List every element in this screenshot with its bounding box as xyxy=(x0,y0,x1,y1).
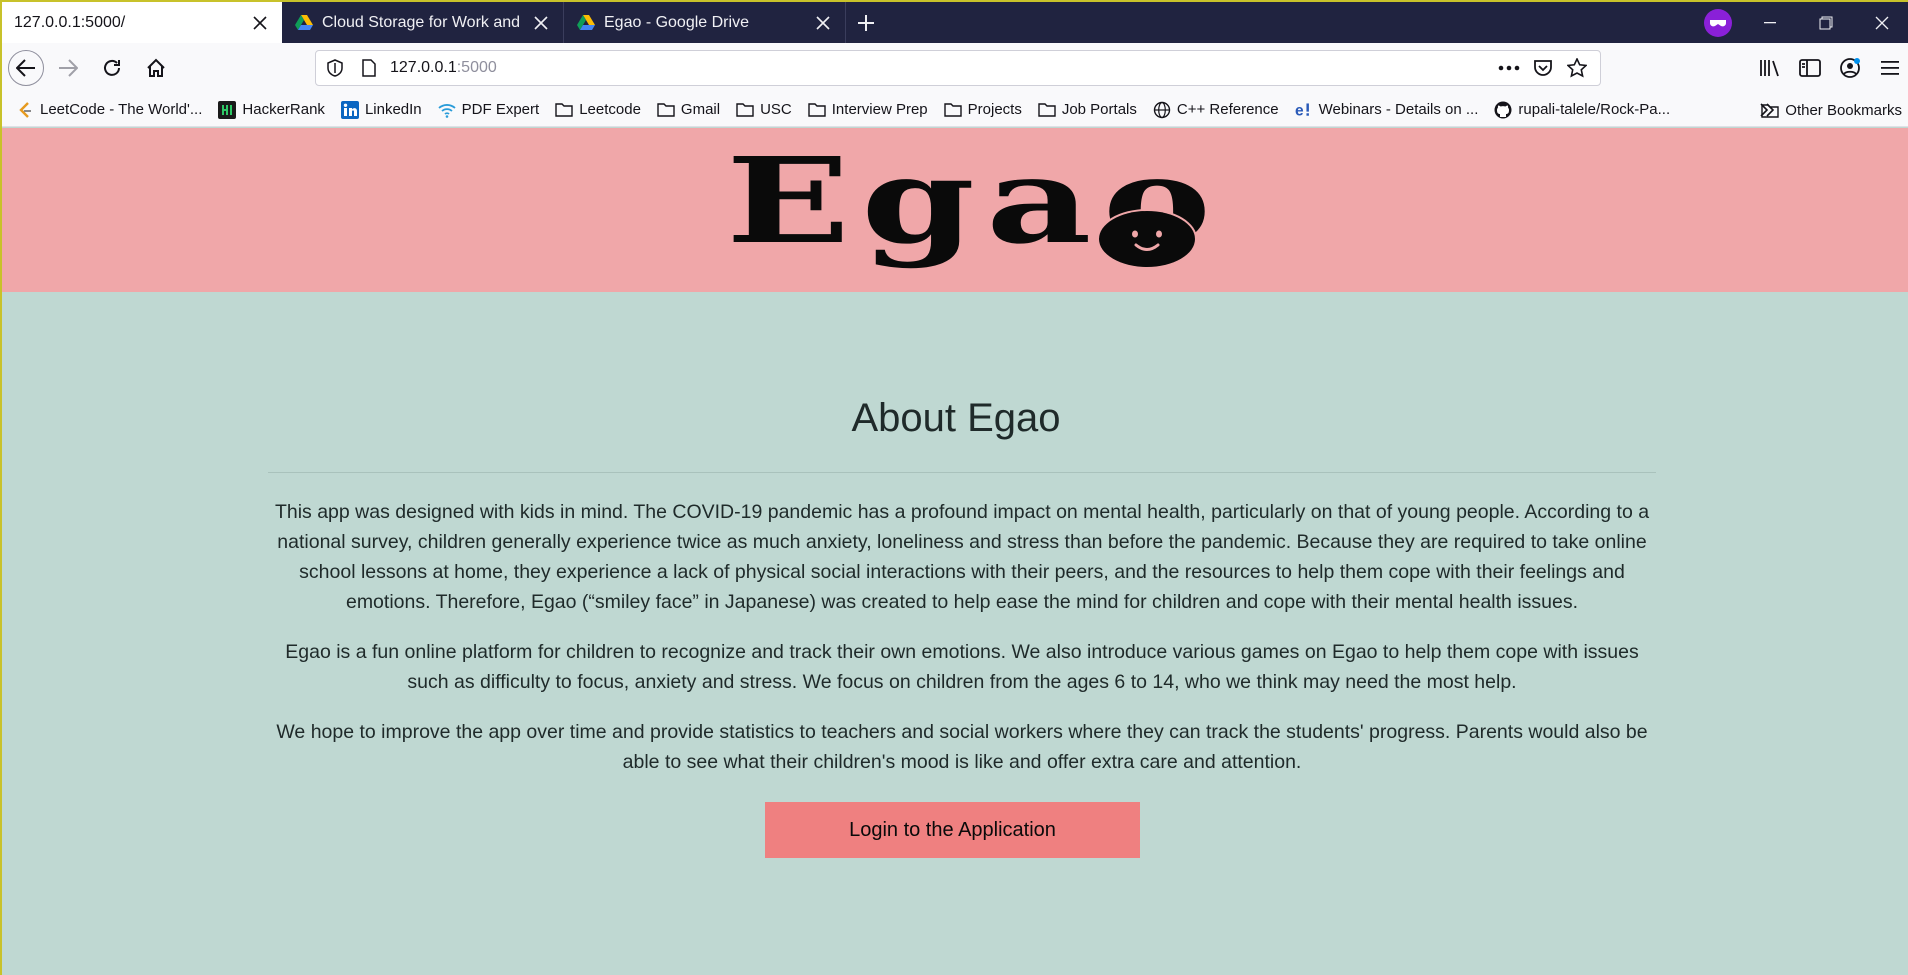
bookmark-folder-usc[interactable]: USC xyxy=(728,96,800,124)
restore-button[interactable] xyxy=(1798,2,1854,43)
folder-icon xyxy=(657,101,675,119)
close-window-button[interactable] xyxy=(1854,2,1908,43)
menu-icon[interactable] xyxy=(1870,48,1908,88)
close-tab-icon[interactable] xyxy=(813,13,833,33)
bookmark-webinars[interactable]: e Webinars - Details on ... xyxy=(1287,96,1487,124)
bookmark-github[interactable]: rupali-talele/Rock-Pa... xyxy=(1486,96,1678,124)
tab-cloud-storage[interactable]: Cloud Storage for Work and Home xyxy=(282,2,564,43)
bookmark-label: Webinars - Details on ... xyxy=(1318,101,1479,118)
bookmark-label: HackerRank xyxy=(242,101,325,118)
tab-title: 127.0.0.1:5000/ xyxy=(14,13,126,31)
bookmark-cpp-reference[interactable]: C++ Reference xyxy=(1145,96,1287,124)
bookmark-label: Gmail xyxy=(680,101,721,118)
bookmark-label: rupali-talele/Rock-Pa... xyxy=(1518,101,1671,118)
close-tab-icon[interactable] xyxy=(531,13,551,33)
url-text: 127.0.0.1:5000 xyxy=(390,59,497,77)
tab-title: Egao - Google Drive xyxy=(604,13,749,31)
page-actions-icon[interactable] xyxy=(1492,53,1526,83)
library-icon[interactable] xyxy=(1750,48,1790,88)
folder-icon xyxy=(808,101,826,119)
google-drive-icon xyxy=(295,14,313,30)
folder-icon xyxy=(1761,101,1779,119)
other-bookmarks[interactable]: Other Bookmarks xyxy=(1753,96,1908,124)
divider xyxy=(268,472,1656,473)
back-button[interactable] xyxy=(8,50,44,86)
about-paragraph-2: Egao is a fun online platform for childr… xyxy=(285,641,1639,693)
bookmark-label: C++ Reference xyxy=(1176,101,1279,118)
bookmark-label: Leetcode xyxy=(579,101,641,118)
bookmark-label: Job Portals xyxy=(1061,101,1137,118)
bookmark-leetcode[interactable]: LeetCode - The World'... xyxy=(8,96,210,124)
globe-icon xyxy=(1153,101,1171,119)
reload-icon xyxy=(104,59,120,76)
login-button[interactable]: Login to the Application xyxy=(765,802,1140,858)
bookmark-folder-gmail[interactable]: Gmail xyxy=(649,96,728,124)
about-section: About Egao This app was designed with ki… xyxy=(2,292,1908,975)
bookmark-folder-projects[interactable]: Projects xyxy=(936,96,1030,124)
page-title: About Egao xyxy=(851,396,1061,440)
account-icon[interactable] xyxy=(1830,48,1870,88)
url-port: :5000 xyxy=(456,59,497,76)
bookmarks-toolbar: LeetCode - The World'... HackerRank Link… xyxy=(2,93,1908,127)
egao-logo[interactable]: Egao xyxy=(726,142,1211,270)
wifi-icon xyxy=(438,101,456,119)
close-tab-icon[interactable] xyxy=(250,13,270,33)
svg-text:e: e xyxy=(1295,102,1304,119)
new-tab-button[interactable] xyxy=(846,2,886,43)
folder-icon xyxy=(555,101,573,119)
about-paragraph-3: We hope to improve the app over time and… xyxy=(276,721,1648,773)
home-button[interactable] xyxy=(136,48,176,88)
plus-icon xyxy=(858,14,874,31)
tab-title: Cloud Storage for Work and Home xyxy=(322,13,525,31)
bookmark-linkedin[interactable]: LinkedIn xyxy=(333,96,430,124)
github-icon xyxy=(1494,101,1512,119)
tab-localhost[interactable]: 127.0.0.1:5000/ xyxy=(2,2,282,43)
bookmark-label: PDF Expert xyxy=(461,101,540,118)
bookmark-label: Other Bookmarks xyxy=(1785,101,1902,119)
leetcode-icon xyxy=(16,101,34,119)
private-browsing-icon xyxy=(1694,2,1742,43)
arrow-left-icon xyxy=(16,59,35,77)
bookmark-hackerrank[interactable]: HackerRank xyxy=(210,96,333,124)
bookmark-label: Interview Prep xyxy=(831,101,928,118)
tab-egao-drive[interactable]: Egao - Google Drive xyxy=(564,2,846,43)
minimize-button[interactable] xyxy=(1742,2,1798,43)
bookmark-folder-interview-prep[interactable]: Interview Prep xyxy=(800,96,936,124)
page-icon xyxy=(354,53,384,83)
about-paragraph-1: This app was designed with kids in mind.… xyxy=(274,501,1650,613)
bookmark-label: USC xyxy=(760,101,792,118)
folder-icon xyxy=(943,101,962,119)
arrow-right-icon xyxy=(59,59,78,77)
sidebar-icon[interactable] xyxy=(1790,48,1830,88)
star-icon[interactable] xyxy=(1560,53,1594,83)
forward-button[interactable] xyxy=(48,48,88,88)
home-icon xyxy=(147,58,165,77)
page-header: Egao xyxy=(2,128,1908,292)
reload-button[interactable] xyxy=(92,48,132,88)
url-host: 127.0.0.1 xyxy=(390,59,457,76)
google-drive-icon xyxy=(577,14,595,30)
smiley-face-icon xyxy=(1097,209,1197,269)
pocket-icon[interactable] xyxy=(1526,53,1560,83)
folder-icon xyxy=(1038,101,1056,119)
tab-bar: 127.0.0.1:5000/ Cloud Storage for Work a… xyxy=(2,2,1908,43)
bookmark-folder-job-portals[interactable]: Job Portals xyxy=(1030,96,1145,124)
linkedin-icon xyxy=(340,100,359,119)
bookmark-label: Projects xyxy=(967,101,1022,118)
hackerrank-icon xyxy=(218,100,237,119)
bookmark-label: LinkedIn xyxy=(364,101,422,118)
webinar-icon: e xyxy=(1295,101,1313,119)
bookmark-folder-leetcode[interactable]: Leetcode xyxy=(547,96,649,124)
navigation-bar: 127.0.0.1:5000 xyxy=(2,43,1908,93)
shield-icon[interactable] xyxy=(320,53,350,83)
bookmark-pdf-expert[interactable]: PDF Expert xyxy=(430,96,548,124)
folder-icon xyxy=(736,101,754,119)
bookmark-label: LeetCode - The World'... xyxy=(40,101,203,118)
address-bar[interactable]: 127.0.0.1:5000 xyxy=(315,50,1601,86)
